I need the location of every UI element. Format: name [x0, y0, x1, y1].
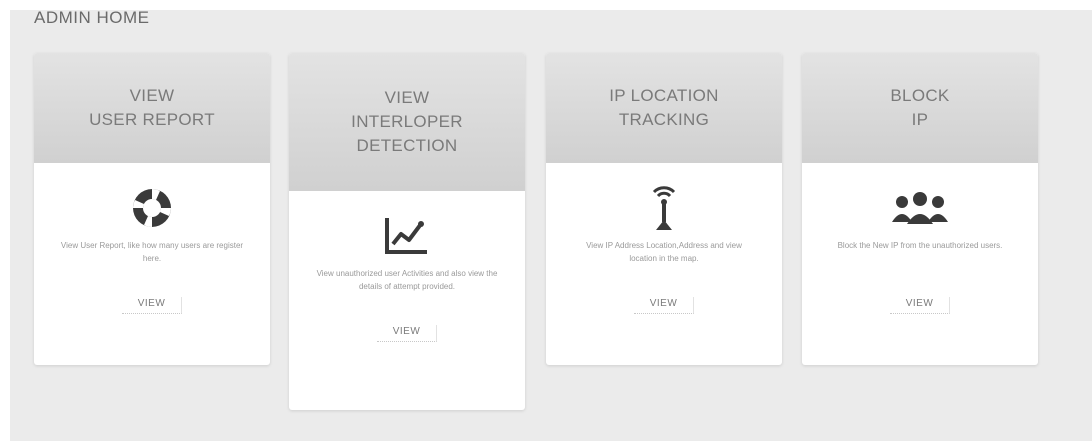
signal-tower-icon [546, 177, 782, 239]
card-description: Block the New IP from the unauthorized u… [837, 241, 1003, 250]
card-title-line: USER REPORT [89, 110, 215, 129]
card-title-line: BLOCK [890, 86, 950, 105]
card-header: IP LOCATION TRACKING [546, 53, 782, 163]
card-title-line: VIEW [384, 88, 430, 107]
card-block-ip: BLOCK IP Block the New IP from the unaut… [802, 53, 1038, 365]
view-ip-tracking-button[interactable]: VIEW [634, 297, 694, 314]
card-title-line: DETECTION [356, 136, 458, 155]
card-description: View IP Address Location,Address and vie… [586, 241, 742, 263]
card-title-line: TRACKING [618, 110, 710, 129]
card-header: VIEW USER REPORT [34, 53, 270, 163]
card-description: View unauthorized user Activities and al… [316, 269, 498, 291]
card-title-line: IP [911, 110, 929, 129]
page-title: ADMIN HOME [34, 8, 150, 27]
card-description: View User Report, like how many users ar… [60, 241, 244, 263]
view-user-report-button[interactable]: VIEW [122, 297, 182, 314]
lifebuoy-icon [34, 177, 270, 239]
view-block-ip-button[interactable]: VIEW [890, 297, 950, 314]
users-group-icon [802, 177, 1038, 239]
view-interloper-button[interactable]: VIEW [377, 325, 437, 342]
card-header: BLOCK IP [802, 53, 1038, 163]
card-title-line: VIEW [129, 86, 175, 105]
card-ip-location: IP LOCATION TRACKING View IP Address Loc… [546, 53, 782, 365]
card-title-line: INTERLOPER [351, 112, 463, 131]
card-user-report: VIEW USER REPORT View User Report, like … [34, 53, 270, 365]
line-chart-icon [289, 205, 525, 267]
card-header: VIEW INTERLOPER DETECTION [289, 53, 525, 191]
card-interloper-detection: VIEW INTERLOPER DETECTION View unauthori… [289, 53, 525, 410]
card-title-line: IP LOCATION [609, 86, 719, 105]
